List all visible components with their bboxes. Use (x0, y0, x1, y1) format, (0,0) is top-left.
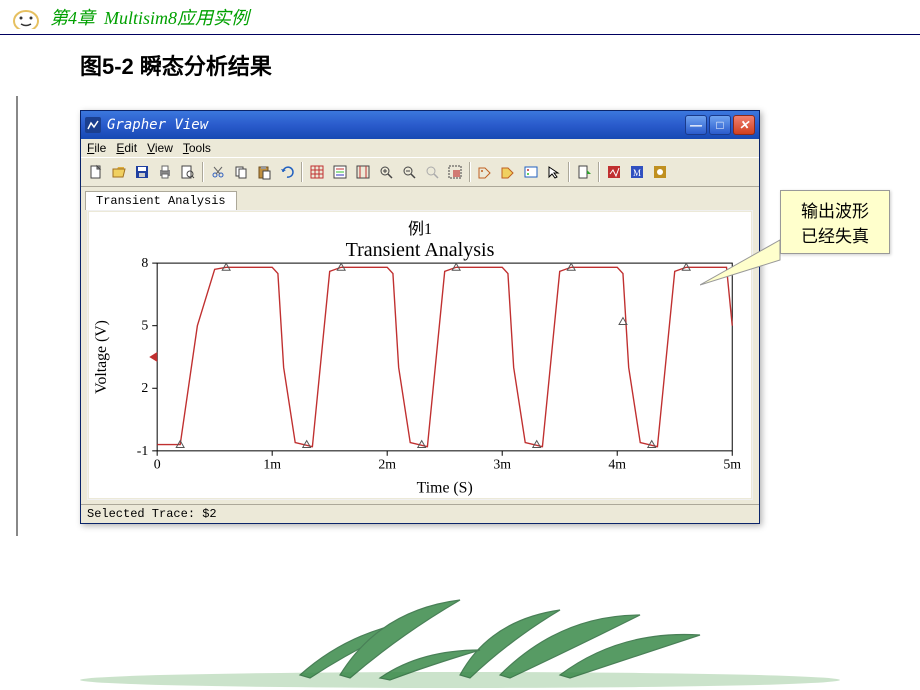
paste-icon[interactable] (253, 161, 275, 183)
tag-icon[interactable] (474, 161, 496, 183)
svg-text:2m: 2m (378, 457, 396, 472)
svg-text:0: 0 (154, 457, 161, 472)
titlebar[interactable]: Grapher View — □ ✕ (81, 111, 759, 139)
grid-icon[interactable] (306, 161, 328, 183)
menu-view[interactable]: View (147, 141, 173, 155)
chapter-label: 第4章 (50, 4, 95, 30)
tool1-icon[interactable] (603, 161, 625, 183)
plot-area[interactable]: 例1 Transient Analysis -125801m2m3m4m5mTi… (87, 210, 753, 500)
legend-icon[interactable] (329, 161, 351, 183)
copy-icon[interactable] (230, 161, 252, 183)
status-bar: Selected Trace: $2 (81, 504, 759, 523)
menu-tools[interactable]: Tools (183, 141, 211, 155)
svg-text:8: 8 (141, 255, 148, 270)
cut-icon[interactable] (207, 161, 229, 183)
cursor2-icon[interactable] (543, 161, 565, 183)
chart-canvas[interactable]: -1 2 5 8 0 1m 2m 3m 4m 5m Time (S) Voltage (V) (88, 211, 752, 499)
toolbar: M (81, 157, 759, 187)
preview-icon[interactable] (177, 161, 199, 183)
tab-transient[interactable]: Transient Analysis (85, 191, 237, 210)
svg-text:1m: 1m (263, 457, 281, 472)
svg-text:3m: 3m (493, 457, 511, 472)
menubar: File Edit View Tools (81, 139, 759, 157)
callout-pointer (700, 230, 790, 290)
menu-file[interactable]: File (87, 141, 106, 155)
window-title: Grapher View (107, 117, 208, 133)
figure-caption: 图5-2 瞬态分析结果 (0, 35, 920, 91)
zoom-fit-icon[interactable] (421, 161, 443, 183)
props-icon[interactable] (520, 161, 542, 183)
left-rule (16, 96, 18, 536)
tab-strip: Transient Analysis (81, 187, 759, 210)
export-icon[interactable] (573, 161, 595, 183)
close-button[interactable]: ✕ (733, 115, 755, 135)
new-icon[interactable] (85, 161, 107, 183)
zoom-in-icon[interactable] (375, 161, 397, 183)
zoom-out-icon[interactable] (398, 161, 420, 183)
svg-text:5: 5 (141, 318, 148, 333)
subject-label: Multisim8应用实例 (104, 4, 249, 30)
undo-icon[interactable] (276, 161, 298, 183)
callout-line1: 输出波形 (787, 197, 883, 222)
callout-line2: 已经失真 (787, 222, 883, 247)
menu-edit[interactable]: Edit (116, 141, 137, 155)
tool3-icon[interactable] (649, 161, 671, 183)
maximize-button[interactable]: □ (709, 115, 731, 135)
save-icon[interactable] (131, 161, 153, 183)
grapher-window: Grapher View — □ ✕ File Edit View Tools (80, 110, 760, 524)
tool2-icon[interactable]: M (626, 161, 648, 183)
svg-text:Time (S): Time (S) (417, 479, 473, 496)
callout-box: 输出波形 已经失真 (780, 190, 890, 254)
cursor-icon[interactable] (352, 161, 374, 183)
tag2-icon[interactable] (497, 161, 519, 183)
app-icon (85, 117, 101, 133)
minimize-button[interactable]: — (685, 115, 707, 135)
zoom-region-icon[interactable] (444, 161, 466, 183)
print-icon[interactable] (154, 161, 176, 183)
bamboo-decoration (0, 580, 920, 690)
svg-text:M: M (633, 168, 641, 178)
page-header: 第4章 Multisim8应用实例 (0, 0, 920, 35)
svg-text:4m: 4m (608, 457, 626, 472)
svg-text:Voltage (V): Voltage (V) (93, 320, 110, 394)
svg-text:-1: -1 (137, 443, 149, 458)
open-icon[interactable] (108, 161, 130, 183)
face-icon (10, 5, 42, 29)
svg-text:2: 2 (141, 380, 148, 395)
svg-text:5m: 5m (723, 457, 741, 472)
